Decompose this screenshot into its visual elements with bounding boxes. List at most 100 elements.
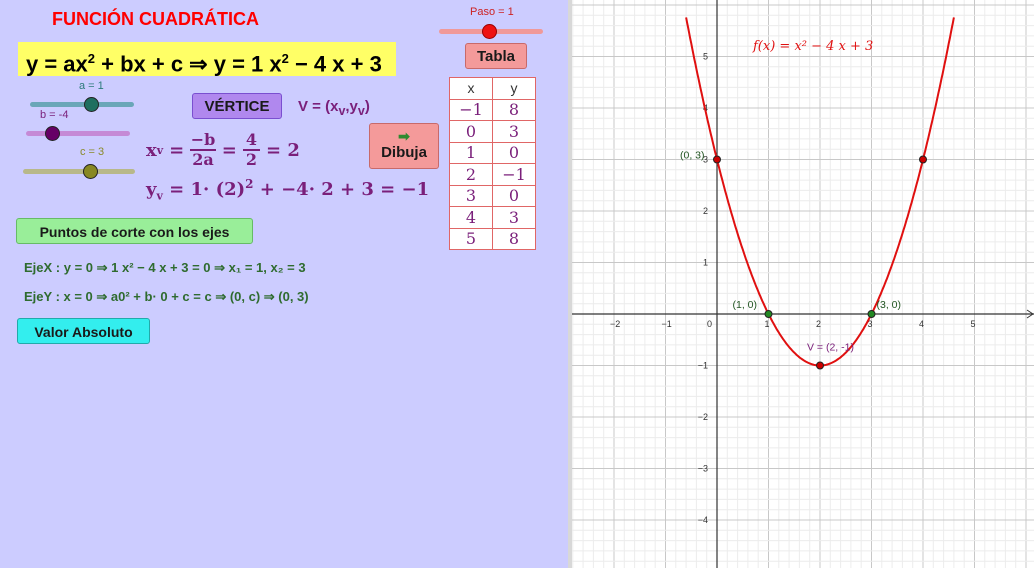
vertice-button[interactable]: VÉRTICE	[192, 93, 282, 119]
ejex-label: EjeX	[24, 260, 53, 275]
slider-c-handle[interactable]	[83, 164, 98, 179]
dibuja-label: Dibuja	[381, 144, 427, 161]
point-label: V = (2, -1)	[807, 342, 854, 354]
table-row: 43	[449, 206, 536, 229]
y-tick-label: −4	[698, 515, 708, 525]
slider-paso-handle[interactable]	[482, 24, 497, 39]
equation-part: + bx + c ⇒ y = 1 x	[95, 51, 282, 77]
table-cell: 0	[492, 184, 536, 207]
table-cell: 3	[492, 206, 536, 229]
xv-lhs: x	[146, 139, 157, 161]
x-tick-label: −1	[662, 319, 672, 329]
tick-labels: −2 −1 0 1 2 3 4 554321−1−2−3−4	[610, 52, 976, 526]
function-label: f(x) = x² − 4 x + 3	[752, 39, 873, 54]
point-label: (0, 3)	[680, 150, 705, 162]
y-tick-label: 5	[703, 52, 708, 62]
table-cell: −1	[492, 163, 536, 186]
xv-den2: 2	[242, 149, 260, 169]
values-table: x y −1 8 03 10 2 −1 30 43 58	[449, 77, 536, 250]
xv-num1: −b	[190, 130, 216, 149]
xv-eq2: =	[221, 139, 237, 161]
table-cell: 4	[449, 206, 493, 229]
dibuja-button[interactable]: ➡ Dibuja	[369, 123, 439, 169]
y-tick-label: −3	[698, 464, 708, 474]
xv-den1: 2a	[190, 149, 216, 169]
equation-part: − 4 x + 3	[288, 51, 382, 77]
slider-c-track[interactable]	[23, 169, 135, 174]
graph-point[interactable]	[713, 155, 721, 164]
yv-formula: yv = 1· (2)2 + −4· 2 + 3 = −1	[146, 177, 430, 203]
table-row: 2 −1	[449, 163, 536, 186]
table-header-x: x	[449, 77, 493, 100]
table-cell: 3	[492, 120, 536, 143]
x-tick-label: 0	[707, 319, 712, 329]
puntos-corte-button[interactable]: Puntos de corte con los ejes	[16, 218, 253, 244]
table-cell: 2	[449, 163, 493, 186]
xv-fraction-2: 4 2	[242, 130, 260, 169]
table-row: 30	[449, 184, 536, 207]
grid	[572, 0, 1034, 568]
vertex-label: V = (xv,yv)	[298, 98, 370, 118]
table-cell: 0	[449, 120, 493, 143]
x-tick-label: 5	[971, 319, 976, 329]
y-tick-label: 2	[703, 206, 708, 216]
table-row: 58	[449, 227, 536, 250]
x-tick-label: 2	[816, 319, 821, 329]
vertex-label-text: V = (x	[298, 98, 339, 115]
slider-c-label: c = 3	[80, 146, 105, 158]
x-tick-label: 1	[765, 319, 770, 329]
slider-a-handle[interactable]	[84, 97, 99, 112]
control-panel: FUNCIÓN CUADRÁTICA y = ax2 + bx + c ⇒ y …	[0, 0, 568, 568]
slider-b-handle[interactable]	[45, 126, 60, 141]
graph-point[interactable]	[919, 155, 927, 164]
page-title: FUNCIÓN CUADRÁTICA	[52, 9, 259, 29]
table-cell: 8	[492, 98, 536, 121]
xv-num2: 4	[245, 130, 257, 149]
y-tick-label: −1	[698, 361, 708, 371]
valor-absoluto-button[interactable]: Valor Absoluto	[17, 318, 150, 344]
x-tick-label: 4	[919, 319, 924, 329]
arrow-right-icon: ➡	[398, 128, 410, 144]
ejey-text: : x = 0 ⇒ a0² + b· 0 + c = c ⇒ (0, c) ⇒ …	[51, 289, 309, 304]
table-row: −1 8	[449, 98, 536, 121]
equation-sup: 2	[281, 51, 289, 66]
table-cell: 8	[492, 227, 536, 250]
point-label: (3, 0)	[877, 299, 902, 311]
y-tick-label: −2	[698, 412, 708, 422]
graph-point[interactable]	[867, 310, 876, 318]
ejex-line: EjeX : y = 0 ⇒ 1 x² − 4 x + 3 = 0 ⇒ x₁ =…	[24, 260, 306, 276]
xv-formula: xv = −b 2a = 4 2 = 2	[146, 130, 300, 169]
yv-rest: + −4· 2 + 3 = −1	[253, 179, 430, 200]
slider-b-track[interactable]	[26, 131, 130, 136]
point-label: (1, 0)	[733, 299, 758, 311]
ejey-label: EjeY	[24, 289, 52, 304]
equation-sup: 2	[87, 51, 96, 66]
tabla-button[interactable]: Tabla	[465, 43, 527, 69]
graph-canvas[interactable]: −2 −1 0 1 2 3 4 554321−1−2−3−4 (0, 3)(1, 0) (3, …	[572, 0, 1034, 568]
table-cell: 3	[449, 184, 493, 207]
table-cell: −1	[449, 98, 493, 121]
table-cell: 1	[449, 141, 493, 164]
ejex-text: : y = 0 ⇒ 1 x² − 4 x + 3 = 0 ⇒ x₁ = 1, x…	[52, 260, 306, 275]
slider-a-track[interactable]	[30, 102, 134, 107]
equation-part: y = ax	[26, 51, 88, 77]
table-header-row: x y	[449, 77, 536, 100]
table-header-y: y	[492, 77, 536, 100]
slider-paso-label: Paso = 1	[470, 6, 514, 18]
xv-result: = 2	[265, 139, 300, 161]
graph-view[interactable]: −2 −1 0 1 2 3 4 5 5 4 3 2 1 −1 −2 −3 −4 (0, 3) (1, 0) (3, …	[572, 0, 1034, 568]
yv-text: = 1· (2)	[169, 179, 246, 200]
table-cell: 5	[449, 227, 493, 250]
xv-eq: =	[169, 139, 185, 161]
table-cell: 0	[492, 141, 536, 164]
ejey-line: EjeY : x = 0 ⇒ a0² + b· 0 + c = c ⇒ (0, …	[24, 289, 309, 305]
graph-point[interactable]	[764, 310, 773, 318]
x-tick-label: −2	[610, 319, 620, 329]
table-row: 10	[449, 141, 536, 164]
table-row: 03	[449, 120, 536, 143]
equation-box: y = ax2 + bx + c ⇒ y = 1 x2 − 4 x + 3	[18, 42, 396, 76]
slider-a-label: a = 1	[79, 80, 104, 92]
y-tick-label: 1	[703, 258, 708, 268]
xv-fraction-1: −b 2a	[190, 131, 216, 169]
graph-point[interactable]	[816, 361, 824, 370]
